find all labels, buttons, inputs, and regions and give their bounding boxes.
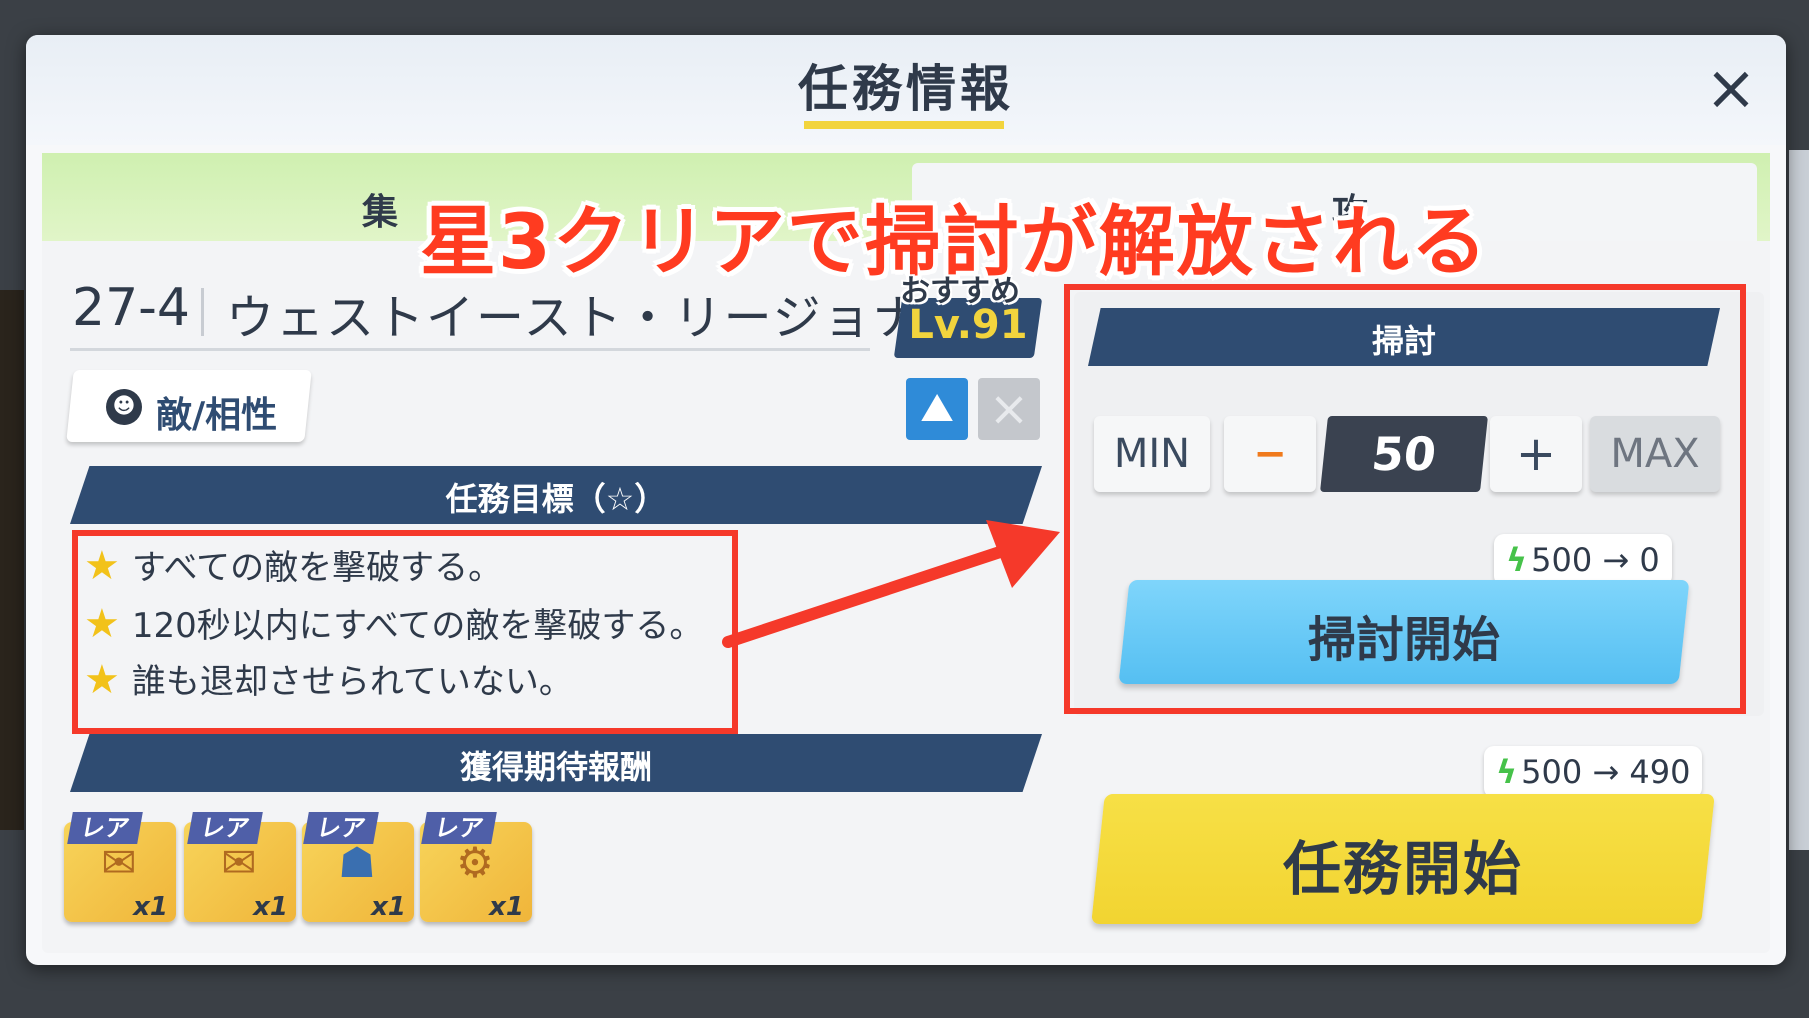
rewards-header: 獲得期待報酬 <box>459 748 652 786</box>
mission-start-label: 任務開始 <box>1282 835 1523 903</box>
reward-rarity-badge: レア <box>421 812 497 844</box>
scroll-icon: ✉ <box>221 838 257 887</box>
energy-bolt-icon: ϟ <box>1496 753 1518 791</box>
disabled-cross-icon: × <box>978 378 1040 440</box>
reward-count: x1 <box>489 892 524 922</box>
mission-ap-cost: ϟ 500 → 490 <box>1484 746 1703 798</box>
background-right-scene <box>1789 150 1809 850</box>
tab-left[interactable]: 集 <box>362 183 398 235</box>
gear-part-icon: ⚙ <box>456 838 494 887</box>
title-underline <box>804 121 1004 129</box>
scroll-icon: ✉ <box>101 838 137 887</box>
objectives-highlight-box <box>72 530 738 734</box>
skull-icon: ☻ <box>106 389 142 425</box>
reward-count: x1 <box>253 892 288 922</box>
stage-code: 27-4 <box>72 278 191 338</box>
stage-underline <box>70 348 870 351</box>
stage-divider <box>201 288 204 336</box>
recommended-label: おすすめ <box>900 274 1020 309</box>
mask-icon: ☗ <box>338 838 376 887</box>
reward-rarity-badge: レア <box>303 812 379 844</box>
modal-title: 任務情報 <box>798 60 1014 118</box>
close-icon[interactable]: × <box>1696 53 1766 123</box>
terrain-mountain-icon[interactable]: ⛰ <box>906 378 968 440</box>
reward-rarity-badge: レア <box>187 812 263 844</box>
reward-count: x1 <box>371 892 406 922</box>
reward-count: x1 <box>133 892 168 922</box>
annotation-arrow <box>722 520 1060 648</box>
sweep-highlight-box <box>1064 284 1746 714</box>
reward-rarity-badge: レア <box>67 812 143 844</box>
background-left-scene <box>0 290 24 830</box>
enemy-affinity-label: 敵/相性 <box>156 395 278 436</box>
stage-name: ウェストイースト・リージョナル <box>226 290 973 346</box>
